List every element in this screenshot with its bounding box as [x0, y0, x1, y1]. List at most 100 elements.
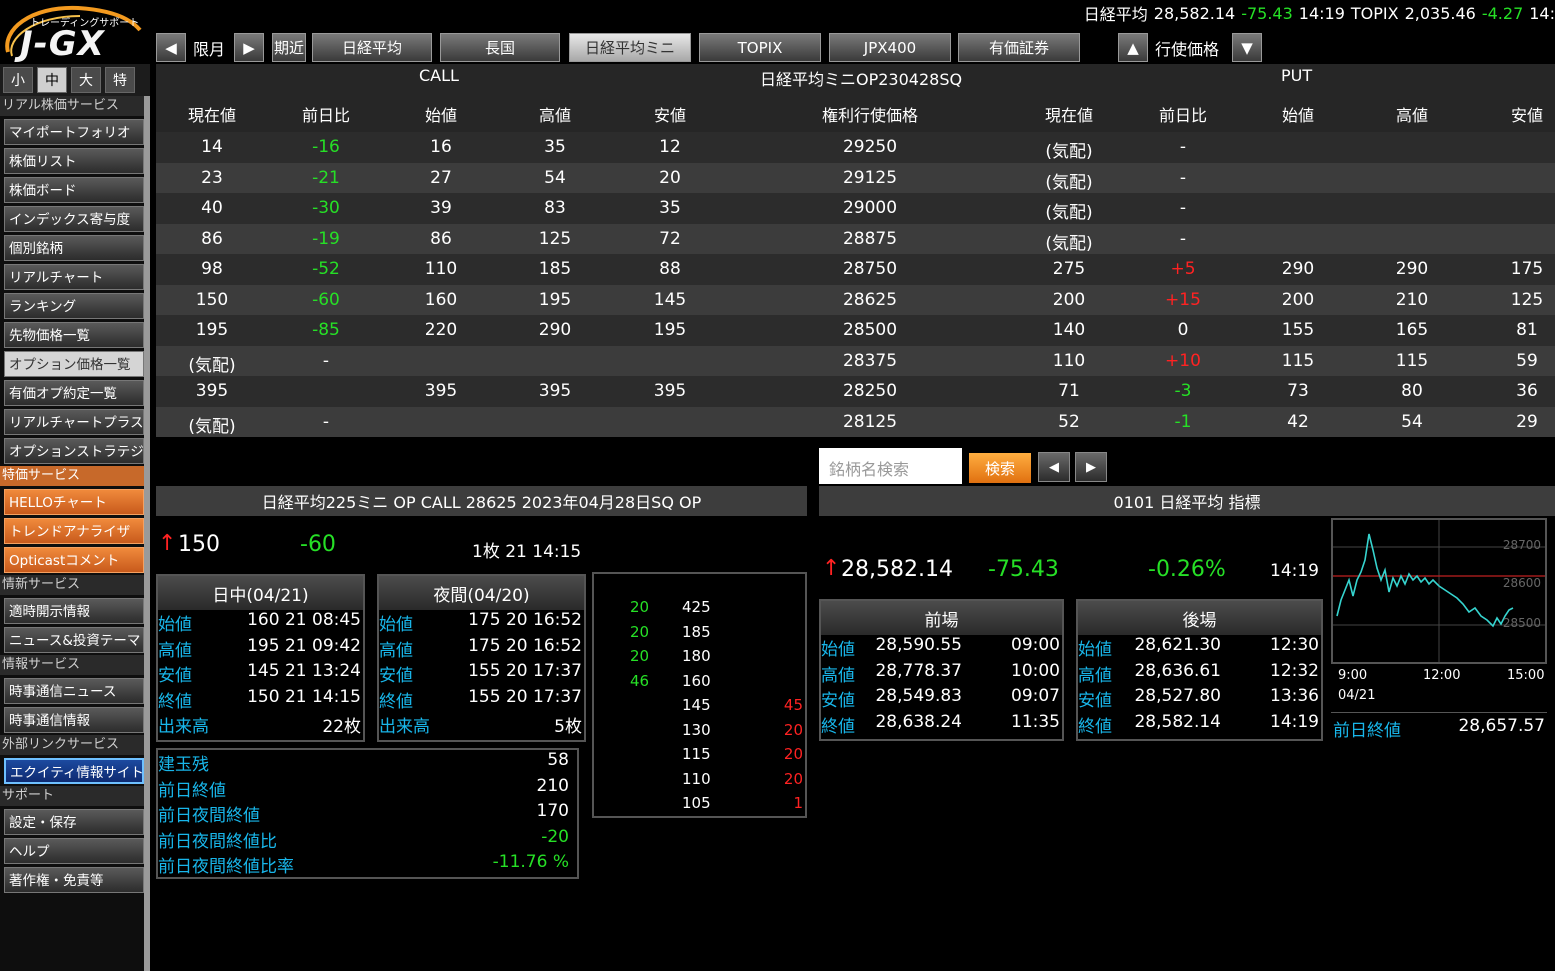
sidebar-item-index-contribution[interactable]: インデックス寄与度 [4, 206, 144, 232]
nearest-month-button[interactable]: 期近 [272, 33, 306, 62]
call-label: CALL [419, 66, 459, 85]
col-put-low[interactable]: 安値 [1472, 102, 1555, 126]
size-small-button[interactable]: 小 [3, 67, 33, 93]
strike-down-button[interactable]: ▼ [1232, 33, 1262, 62]
cell-call-open: 27 [430, 167, 452, 188]
afternoon-session-title: 後場 [1078, 601, 1321, 635]
cell-put-low: 29 [1516, 411, 1538, 432]
chain-row[interactable]: 40 -30 39 83 35 29000 (気配) - [156, 193, 1555, 224]
chain-row[interactable]: 23 -21 27 54 20 29125 (気配) - [156, 162, 1555, 193]
cell-call-open: 86 [430, 228, 452, 249]
cell-call-change: -85 [312, 320, 340, 340]
sidebar-item-individual-stock[interactable]: 個別銘柄 [4, 235, 144, 261]
sidebar-item-opticast[interactable]: Opticastコメント [4, 547, 144, 573]
option-chain-header: CALL 日経平均ミニOP230428SQ PUT [156, 64, 1555, 90]
sidebar-item-news-theme[interactable]: ニュース&投資テーマ [4, 627, 144, 653]
cell-call-high: 195 [538, 289, 572, 310]
tab-nikkei[interactable]: 日経平均 [312, 33, 432, 62]
chain-row[interactable]: 86 -19 86 125 72 28875 (気配) - [156, 223, 1555, 254]
sidebar-item-settings[interactable]: 設定・保存 [4, 809, 144, 835]
intraday-chart[interactable]: 28700 28600 28500 [1331, 518, 1547, 664]
cell-call-low: 35 [659, 198, 681, 218]
tab-jgb[interactable]: 長国 [440, 33, 560, 62]
stat-value: 155 20 17:37 [468, 686, 582, 707]
col-put-change[interactable]: 前日比 [1128, 102, 1238, 126]
stat-value: 5枚 [554, 717, 582, 737]
col-strike[interactable]: 権利行使価格 [790, 102, 950, 126]
col-call-low[interactable]: 安値 [615, 102, 725, 126]
sidebar-item-disclosure[interactable]: 適時開示情報 [4, 598, 144, 624]
option-chain-columns: 現在値 前日比 始値 高値 安値 権利行使価格 現在値 前日比 始値 高値 安値 [156, 90, 1555, 132]
cell-put-open: 115 [1281, 350, 1315, 371]
chain-row[interactable]: 150 -60 160 195 145 28625 200 +15 200 210 125 [156, 284, 1555, 315]
chain-row[interactable]: 395 395 395 395 28250 71 -3 73 80 36 [156, 376, 1555, 407]
sidebar-item-stock-list[interactable]: 株価リスト [4, 148, 144, 174]
cell-put-change: - [1179, 167, 1187, 188]
chain-row[interactable]: 14 -16 16 35 12 29250 (気配) - [156, 132, 1555, 163]
sidebar-item-stock-board[interactable]: 株価ボード [4, 177, 144, 203]
search-prev-button[interactable]: ◀ [1038, 452, 1070, 482]
sidebar-item-help[interactable]: ヘルプ [4, 838, 144, 864]
strike-up-button[interactable]: ▲ [1118, 33, 1148, 62]
col-put-last[interactable]: 現在値 [1014, 102, 1124, 126]
search-next-button[interactable]: ▶ [1075, 452, 1107, 482]
tab-securities[interactable]: 有価証券 [958, 33, 1080, 62]
sidebar-item-real-chart-plus[interactable]: リアルチャートプラス [4, 409, 144, 435]
prev-month-button[interactable]: ◀ [156, 33, 186, 62]
size-special-button[interactable]: 特 [105, 67, 135, 93]
col-call-last[interactable]: 現在値 [157, 102, 267, 126]
cell-put-high: 80 [1401, 381, 1423, 401]
sidebar-item-jiji-news[interactable]: 時事通信ニュース [4, 678, 144, 704]
logo-text: J-GX [20, 24, 105, 64]
col-call-change[interactable]: 前日比 [271, 102, 381, 126]
chain-row[interactable]: (気配) - 28125 52 -1 42 54 29 [156, 406, 1555, 437]
cell-call-high: 83 [544, 198, 566, 218]
col-put-open[interactable]: 始値 [1243, 102, 1353, 126]
cell-call-open: 110 [424, 259, 458, 279]
col-call-open[interactable]: 始値 [386, 102, 496, 126]
cell-put-last: (気配) [1045, 172, 1093, 193]
night-session-list: 始値 175 20 16:52 高値 175 20 16:52 安値 155 20 17:… [379, 610, 584, 738]
tab-nikkei-mini[interactable]: 日経平均ミニ [569, 33, 691, 62]
chain-row[interactable]: 195 -85 220 290 195 28500 140 0 155 165 81 [156, 315, 1555, 346]
stat-label: 高値 [821, 665, 855, 686]
board-price: 110 [682, 769, 711, 788]
size-medium-button[interactable]: 中 [37, 67, 67, 93]
cell-put-high: 165 [1395, 320, 1429, 340]
prev-close-row: 前日終値 28,657.57 [1331, 712, 1547, 741]
tab-topix[interactable]: TOPIX [699, 33, 821, 62]
board-bid-qty: 20 [630, 622, 650, 641]
stat-label: 終値 [158, 691, 192, 712]
stat-value: 150 21 14:15 [247, 686, 361, 707]
board-ask-qty: 20 [783, 745, 803, 763]
stat-label: 安値 [1078, 691, 1112, 711]
chain-row[interactable]: 98 -52 110 185 88 28750 275 +5 290 290 175 [156, 254, 1555, 285]
sidebar-item-option-trades[interactable]: 有価オプ約定一覧 [4, 380, 144, 406]
tab-jpx400[interactable]: JPX400 [829, 33, 951, 62]
sidebar-item-futures-list[interactable]: 先物価格一覧 [4, 322, 144, 348]
chain-row[interactable]: (気配) - 28375 110 +10 115 115 59 [156, 345, 1555, 376]
sidebar-item-option-strategy[interactable]: オプションストラテジ [4, 438, 144, 464]
sidebar-item-equity-site[interactable]: エクイティ情報サイト [4, 758, 144, 784]
symbol-search-input[interactable]: 銘柄名検索 [819, 448, 962, 484]
next-month-button[interactable]: ▶ [234, 33, 264, 62]
sidebar-item-real-chart[interactable]: リアルチャート [4, 264, 144, 290]
stat-label: 出来高 [158, 717, 209, 737]
sidebar-item-portfolio[interactable]: マイポートフォリオ [4, 119, 144, 145]
stat-row: 前日夜間終値 170 [158, 801, 577, 827]
sidebar-item-copyright[interactable]: 著作権・免責等 [4, 867, 144, 893]
cell-put-open: 73 [1287, 381, 1309, 401]
size-large-button[interactable]: 大 [71, 67, 101, 93]
sidebar-item-options-list[interactable]: オプション価格一覧 [4, 351, 144, 377]
col-put-high[interactable]: 高値 [1357, 102, 1467, 126]
sidebar-item-ranking[interactable]: ランキング [4, 293, 144, 319]
stat-row: 前日夜間終値比率 -11.76 % [158, 852, 577, 878]
cell-strike: 28750 [842, 259, 898, 279]
cell-call-low: 395 [653, 381, 687, 401]
sidebar-item-hello-chart[interactable]: HELLOチャート [4, 489, 144, 515]
col-call-high[interactable]: 高値 [500, 102, 610, 126]
sidebar-item-jiji-info[interactable]: 時事通信情報 [4, 707, 144, 733]
contract-month-label: 限月 [193, 39, 226, 59]
sidebar-item-trend-analyzer[interactable]: トレンドアナライザ [4, 518, 144, 544]
search-button[interactable]: 検索 [969, 453, 1031, 483]
